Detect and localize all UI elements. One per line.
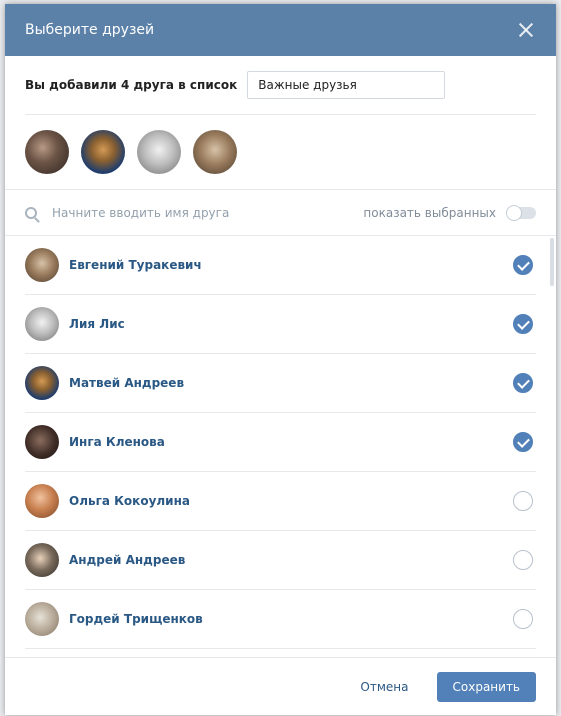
list-name-input[interactable] [247, 71, 446, 99]
avatar [25, 484, 59, 518]
friend-row[interactable]: Андрей Андреев [25, 531, 536, 590]
search-icon [25, 206, 37, 219]
save-button[interactable]: Сохранить [436, 671, 536, 702]
friend-name[interactable]: Ольга Кокоулина [69, 494, 513, 508]
friend-name[interactable]: Андрей Андреев [69, 553, 513, 567]
friend-name[interactable]: Лия Лис [69, 317, 513, 331]
show-selected-label[interactable]: показать выбранных [363, 206, 496, 220]
friend-row[interactable]: Евгений Туракевич [25, 236, 536, 295]
selected-avatar[interactable] [25, 130, 69, 174]
list-name-row: Вы добавили 4 друга в список [5, 56, 556, 114]
selected-avatar[interactable] [81, 130, 125, 174]
friend-row[interactable]: Гордей Трищенков [25, 590, 536, 649]
avatar [25, 307, 59, 341]
friend-name[interactable]: Евгений Туракевич [69, 258, 513, 272]
cancel-button[interactable]: Отмена [360, 680, 408, 694]
avatar [25, 543, 59, 577]
selected-friends-avatars [5, 115, 556, 189]
friends-list: Евгений Туракевич Лия Лис Матвей Андреев… [5, 236, 556, 656]
dialog-header: Выберите друзей [5, 4, 556, 56]
checkbox-checked-icon[interactable] [513, 373, 533, 393]
friend-row[interactable]: Матвей Андреев [25, 354, 536, 413]
scrollbar[interactable] [550, 238, 554, 286]
avatar [25, 366, 59, 400]
checkbox-empty-icon[interactable] [513, 550, 533, 570]
friend-row[interactable]: Ольга Кокоулина [25, 472, 536, 531]
selected-avatar[interactable] [193, 130, 237, 174]
dialog-footer: Отмена Сохранить [5, 657, 556, 715]
friend-name[interactable]: Инга Кленова [69, 435, 513, 449]
avatar [25, 248, 59, 282]
selected-avatar[interactable] [137, 130, 181, 174]
friend-row[interactable]: Лия Лис [25, 295, 536, 354]
checkbox-empty-icon[interactable] [513, 609, 533, 629]
checkbox-checked-icon[interactable] [513, 255, 533, 275]
friend-row[interactable]: Инга Кленова [25, 413, 536, 472]
friend-name[interactable]: Гордей Трищенков [69, 612, 513, 626]
avatar [25, 602, 59, 636]
avatar [25, 425, 59, 459]
show-selected-toggle[interactable] [506, 204, 536, 221]
added-count-label: Вы добавили 4 друга в список [25, 78, 238, 92]
select-friends-dialog: Выберите друзей Вы добавили 4 друга в сп… [5, 4, 556, 715]
search-input[interactable] [50, 204, 364, 221]
close-icon[interactable] [516, 20, 536, 40]
search-bar: показать выбранных [5, 190, 556, 235]
checkbox-empty-icon[interactable] [513, 491, 533, 511]
checkbox-checked-icon[interactable] [513, 314, 533, 334]
checkbox-checked-icon[interactable] [513, 432, 533, 452]
dialog-title: Выберите друзей [25, 22, 155, 38]
friend-name[interactable]: Матвей Андреев [69, 376, 513, 390]
